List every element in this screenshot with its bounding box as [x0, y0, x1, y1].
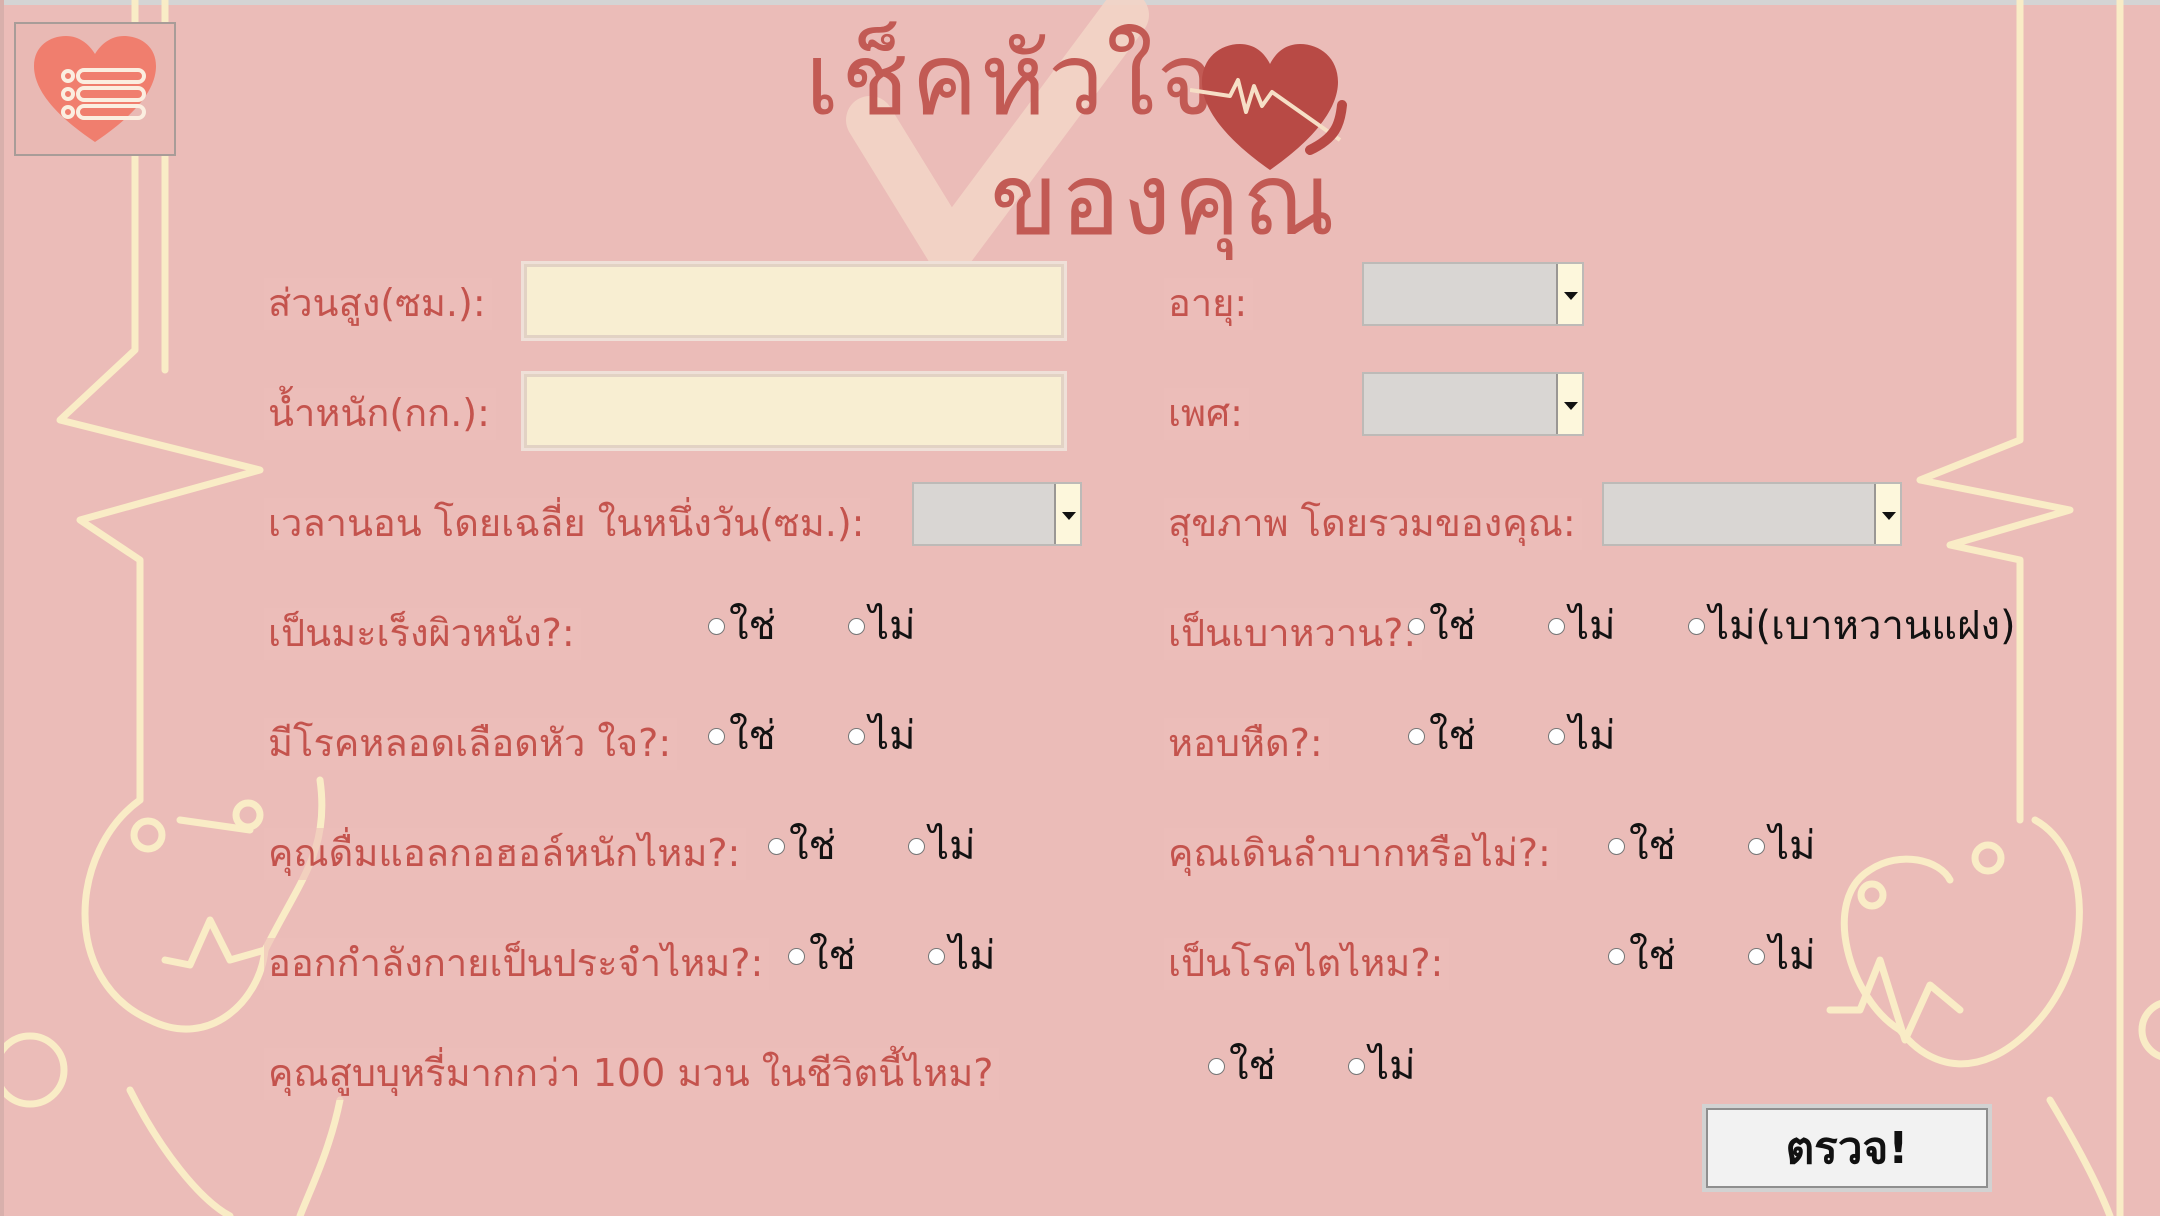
- page-title-line1: เช็คหัวใจ: [805, 21, 1218, 138]
- radio-icon[interactable]: [1748, 947, 1765, 965]
- radio-icon[interactable]: [788, 947, 805, 965]
- page-title-line2: ของคุณ: [990, 141, 1337, 258]
- window-left-border: [0, 0, 4, 1216]
- radio-icon[interactable]: [1548, 617, 1565, 635]
- asthma-yes-radio[interactable]: ใช่: [1408, 716, 1476, 756]
- radio-icon[interactable]: [708, 617, 725, 635]
- chevron-down-icon[interactable]: [1874, 484, 1900, 544]
- diabetic-no-radio[interactable]: ไม่: [1548, 606, 1615, 646]
- radio-icon[interactable]: [848, 617, 865, 635]
- alcohol-yes-radio[interactable]: ใช่: [768, 826, 836, 866]
- stroke-yes-radio[interactable]: ใช่: [708, 716, 776, 756]
- height-field-box: [521, 261, 1067, 341]
- heart-list-icon: [34, 36, 156, 142]
- diff-walking-yes-radio[interactable]: ใช่: [1608, 826, 1676, 866]
- smoking-yes-radio[interactable]: ใช่: [1208, 1046, 1276, 1086]
- radio-icon[interactable]: [1208, 1057, 1225, 1075]
- radio-icon[interactable]: [928, 947, 945, 965]
- skin-cancer-yes-radio[interactable]: ใช่: [708, 606, 776, 646]
- weight-field-box: [521, 371, 1067, 451]
- radio-icon[interactable]: [1608, 947, 1625, 965]
- sex-select[interactable]: [1362, 372, 1584, 436]
- stroke-no-radio[interactable]: ไม่: [848, 716, 915, 756]
- diabetic-yes-radio[interactable]: ใช่: [1408, 606, 1476, 646]
- chevron-down-icon[interactable]: [1054, 484, 1080, 544]
- alcohol-no-radio[interactable]: ไม่: [908, 826, 975, 866]
- smoking-no-radio[interactable]: ไม่: [1348, 1046, 1415, 1086]
- radio-icon[interactable]: [908, 837, 925, 855]
- physical-activity-label: ออกกำลังกายเป็นประจำไหม?:: [264, 938, 770, 990]
- radio-icon[interactable]: [768, 837, 785, 855]
- smoking-label: คุณสูบบุหรี่มากกว่า 100 มวน ในชีวิตนี้ไห…: [264, 1048, 1000, 1100]
- stroke-label: มีโรคหลอดเลือดหัว ใจ?:: [264, 718, 678, 770]
- menu-button[interactable]: [14, 22, 176, 156]
- radio-icon[interactable]: [1408, 727, 1425, 745]
- sleep-select[interactable]: [912, 482, 1082, 546]
- radio-icon[interactable]: [1408, 617, 1425, 635]
- skin-cancer-no-radio[interactable]: ไม่: [848, 606, 915, 646]
- diff-walking-label: คุณเดินลำบากหรือไม่?:: [1164, 828, 1557, 880]
- height-input[interactable]: [527, 267, 1061, 335]
- radio-icon[interactable]: [1748, 837, 1765, 855]
- sex-label: เพศ:: [1164, 388, 1249, 440]
- app-window: เช็คหัวใจ ของคุณ ส่วนสูง(ซม.): อายุ: น้ำ…: [0, 0, 2160, 1216]
- alcohol-label: คุณดื่มแอลกอฮอล์หนักไหม?:: [264, 828, 747, 880]
- chevron-down-icon[interactable]: [1556, 374, 1582, 434]
- weight-label: น้ำหนัก(กก.):: [264, 388, 496, 440]
- radio-icon[interactable]: [1548, 727, 1565, 745]
- diabetic-borderline-radio[interactable]: ไม่(เบาหวานแฝง): [1688, 606, 2016, 646]
- radio-icon[interactable]: [708, 727, 725, 745]
- skin-cancer-label: เป็นมะเร็งผิวหนัง?:: [264, 608, 581, 660]
- asthma-label: หอบหืด?:: [1164, 718, 1329, 770]
- asthma-no-radio[interactable]: ไม่: [1548, 716, 1615, 756]
- diff-walking-no-radio[interactable]: ไม่: [1748, 826, 1815, 866]
- chevron-down-icon[interactable]: [1556, 264, 1582, 324]
- weight-input[interactable]: [527, 377, 1061, 445]
- kidney-disease-label: เป็นโรคไตไหม?:: [1164, 938, 1450, 990]
- kidney-disease-yes-radio[interactable]: ใช่: [1608, 936, 1676, 976]
- physical-activity-yes-radio[interactable]: ใช่: [788, 936, 856, 976]
- age-select[interactable]: [1362, 262, 1584, 326]
- general-health-select[interactable]: [1602, 482, 1902, 546]
- radio-icon[interactable]: [1608, 837, 1625, 855]
- age-label: อายุ:: [1164, 278, 1254, 330]
- radio-icon[interactable]: [848, 727, 865, 745]
- kidney-disease-no-radio[interactable]: ไม่: [1748, 936, 1815, 976]
- physical-activity-no-radio[interactable]: ไม่: [928, 936, 995, 976]
- height-label: ส่วนสูง(ซม.):: [264, 278, 492, 330]
- radio-icon[interactable]: [1348, 1057, 1365, 1075]
- sleep-label: เวลานอน โดยเฉลี่ย ในหนึ่งวัน(ซม.):: [264, 498, 871, 550]
- general-health-label: สุขภาพ โดยรวมของคุณ:: [1164, 498, 1582, 550]
- check-button[interactable]: ตรวจ!: [1702, 1104, 1992, 1192]
- radio-icon[interactable]: [1688, 617, 1705, 635]
- diabetic-label: เป็นเบาหวาน?:: [1164, 608, 1423, 660]
